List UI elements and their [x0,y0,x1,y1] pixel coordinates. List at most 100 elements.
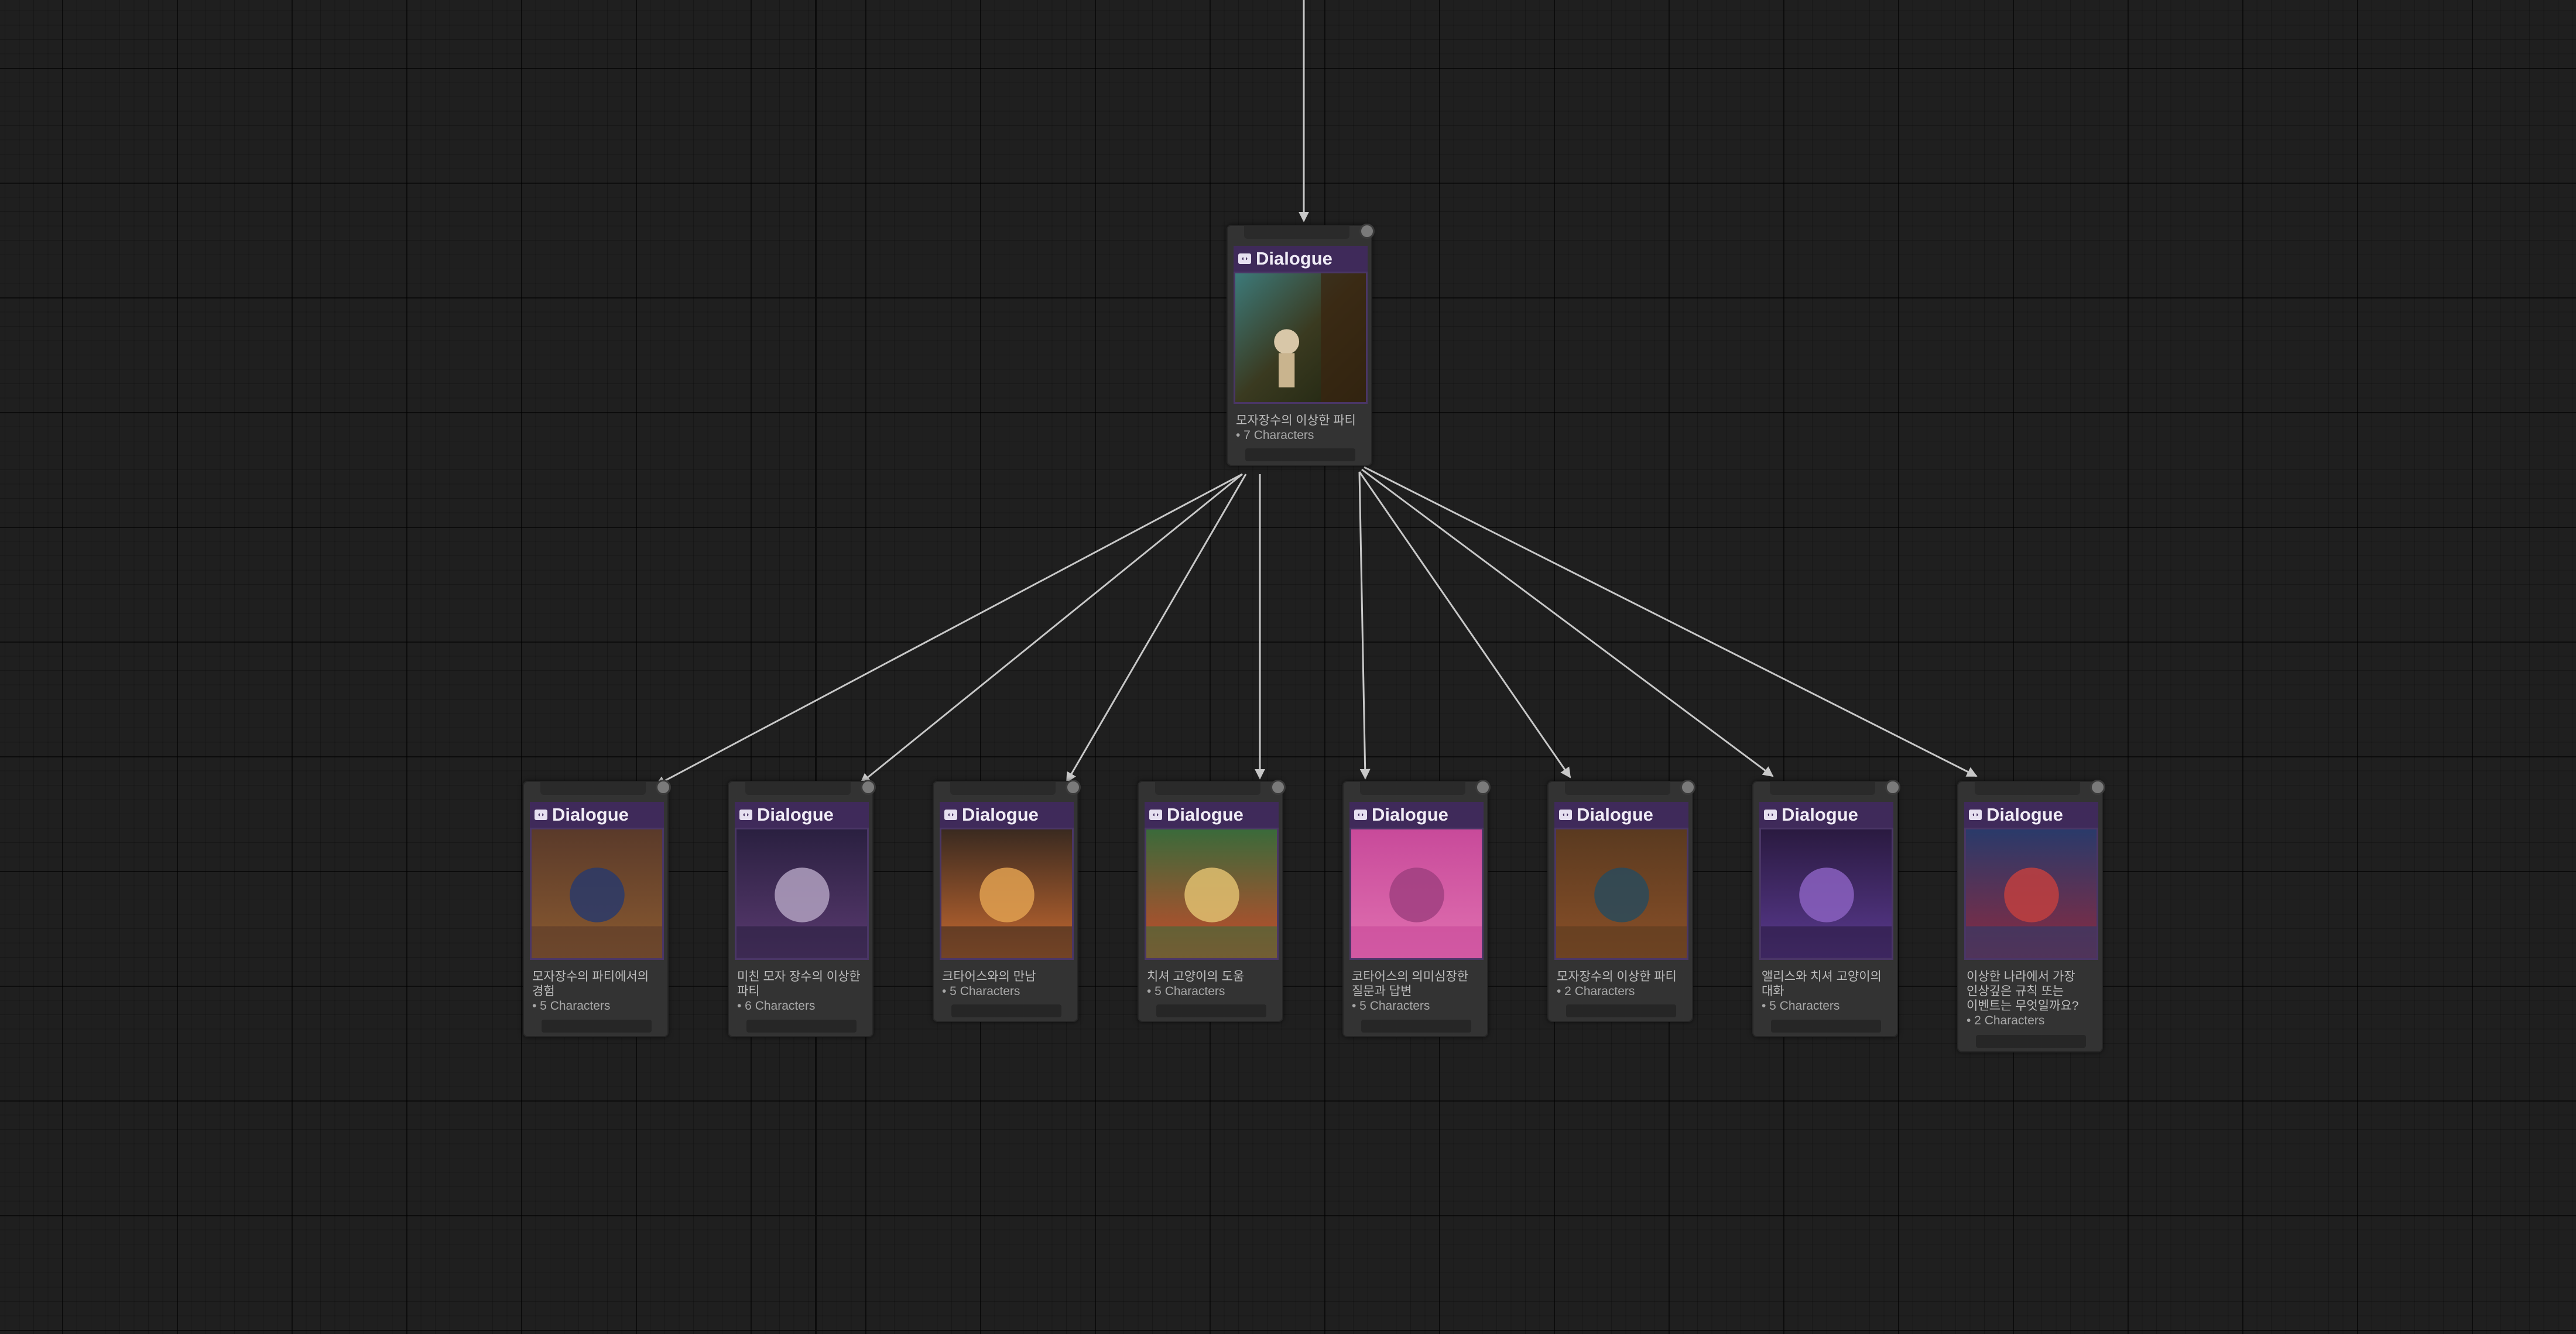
node-thumbnail [530,828,664,960]
node-character-count: • 5 Characters [1762,999,1840,1013]
node-desc-line2: 질문과 답변 [1352,985,1412,998]
node-footer-bar[interactable] [1245,448,1355,461]
node-footer-bar[interactable] [542,1020,652,1033]
dialogue-icon: ◖◗ [1149,810,1162,820]
node-footer-bar[interactable] [951,1004,1061,1017]
node-character-count: • 2 Characters [1557,985,1635,998]
node-thumbnail [1234,272,1368,404]
node-desc-line1: 앨리스와 치셔 고양이의 [1762,970,1882,983]
edge-to-child-7 [1361,468,1774,777]
node-thumbnail [940,828,1074,960]
node-header: ◖◗ Dialogue [1234,246,1368,272]
canvas-origin-line [815,0,817,1334]
edge-to-child-2 [859,473,1243,784]
node-footer-bar[interactable] [1156,1004,1266,1017]
node-input-bar[interactable] [540,782,646,795]
dialogue-icon: ◖◗ [1764,810,1777,820]
node-description: 모자장수의 이상한 파티 • 2 Characters [1557,969,1687,999]
node-footer-bar[interactable] [1566,1004,1676,1017]
node-title: Dialogue [1577,804,1653,825]
node-thumbnail [1554,828,1688,960]
node-input-bar[interactable] [1155,782,1260,795]
node-description: 코타어스의 의미심장한 질문과 답변 • 5 Characters [1352,969,1482,1013]
node-footer-bar[interactable] [1771,1020,1881,1033]
node-title: Dialogue [1256,248,1332,269]
dialogue-node-child-1[interactable]: ◖◗ Dialogue 모자장수의 파티에서의 경험 • 5 Characters [523,780,671,1037]
edge-to-child-3 [1066,474,1247,783]
node-description: 치셔 고양이의 도움 • 5 Characters [1147,969,1277,999]
dialogue-icon: ◖◗ [944,810,957,820]
dialogue-icon: ◖◗ [1969,810,1982,820]
node-description: 모자장수의 이상한 파티 • 7 Characters [1236,413,1366,443]
node-output-pin[interactable] [1359,224,1375,239]
dialogue-node-child-8[interactable]: ◖◗ Dialogue 이상한 나라에서 가장 인상깊은 규칙 또는 이벤트는 무엇일까… [1957,780,2105,1052]
node-title: Dialogue [1167,804,1244,825]
node-thumbnail [1349,828,1484,960]
node-character-count: • 5 Characters [1352,999,1430,1013]
node-desc-line2: 파티 [737,985,760,998]
node-thumbnail [1964,828,2098,960]
dialogue-node-child-6[interactable]: ◖◗ Dialogue 모자장수의 이상한 파티 • 2 Characters [1547,780,1695,1022]
node-desc-line1: 크타어스와의 만남 [942,970,1036,983]
node-description: 앨리스와 치셔 고양이의 대화 • 5 Characters [1762,969,1892,1013]
node-input-bar[interactable] [1770,782,1875,795]
node-input-bar[interactable] [1565,782,1670,795]
dialogue-icon: ◖◗ [739,810,752,820]
dialogue-node-root[interactable]: ◖◗ Dialogue 모자장수의 이상한 파티 • 7 Characters [1227,224,1375,466]
node-output-pin[interactable] [1270,780,1286,795]
edge-to-child-5 [1358,471,1371,780]
dialogue-node-child-5[interactable]: ◖◗ Dialogue 코타어스의 의미심장한 질문과 답변 • 5 Character… [1342,780,1491,1037]
dialogue-node-child-2[interactable]: ◖◗ Dialogue 미친 모자 장수의 이상한 파티 • 6 Characters [728,780,876,1037]
dialogue-icon: ◖◗ [1559,810,1572,820]
node-thumbnail [1145,828,1279,960]
node-description: 크타어스와의 만남 • 5 Characters [942,969,1072,999]
node-header: ◖◗ Dialogue [1759,802,1893,828]
node-character-count: • 5 Characters [1147,985,1225,998]
node-input-bar[interactable] [950,782,1056,795]
node-input-bar[interactable] [1360,782,1465,795]
node-desc-line2: 인상깊은 규칙 또는 [1967,985,2064,998]
dialogue-node-child-4[interactable]: ◖◗ Dialogue 치셔 고양이의 도움 • 5 Characters [1138,780,1286,1022]
node-description: 미친 모자 장수의 이상한 파티 • 6 Characters [737,969,867,1013]
edge-to-child-6 [1358,471,1571,779]
node-description: 이상한 나라에서 가장 인상깊은 규칙 또는 이벤트는 무엇일까요? • 2 Char… [1967,969,2097,1028]
node-title: Dialogue [1782,804,1858,825]
dialogue-icon: ◖◗ [1238,253,1251,264]
node-character-count: • 5 Characters [942,985,1020,998]
edge-to-child-1 [655,473,1243,787]
node-title: Dialogue [1372,804,1448,825]
dialogue-icon: ◖◗ [535,810,547,820]
node-header: ◖◗ Dialogue [1145,802,1279,828]
node-output-pin[interactable] [1475,780,1491,795]
node-input-bar[interactable] [745,782,851,795]
dialogue-node-child-3[interactable]: ◖◗ Dialogue 크타어스와의 만남 • 5 Characters [933,780,1081,1022]
node-output-pin[interactable] [2090,780,2105,795]
node-output-pin[interactable] [1066,780,1081,795]
node-title: Dialogue [552,804,629,825]
node-thumbnail [735,828,869,960]
node-output-pin[interactable] [861,780,876,795]
node-thumbnail [1759,828,1893,960]
node-output-pin[interactable] [1680,780,1695,795]
node-input-bar[interactable] [1975,782,2080,795]
node-title: Dialogue [962,804,1039,825]
dialogue-node-child-7[interactable]: ◖◗ Dialogue 앨리스와 치셔 고양이의 대화 • 5 Characters [1752,780,1900,1037]
dialogue-icon: ◖◗ [1354,810,1367,820]
node-header: ◖◗ Dialogue [530,802,664,828]
node-header: ◖◗ Dialogue [1964,802,2098,828]
node-header: ◖◗ Dialogue [735,802,869,828]
node-input-bar[interactable] [1244,226,1349,239]
node-desc-line3: 이벤트는 무엇일까요? [1967,999,2079,1013]
node-footer-bar[interactable] [1361,1020,1471,1033]
node-output-pin[interactable] [1885,780,1900,795]
node-desc-line1: 모자장수의 파티에서의 [532,970,649,983]
node-title: Dialogue [757,804,834,825]
graph-canvas[interactable]: ◖◗ Dialogue 모자장수의 이상한 파티 • 7 Characters … [0,0,2576,1334]
node-footer-bar[interactable] [1976,1035,2086,1048]
node-footer-bar[interactable] [746,1020,857,1033]
node-character-count: • 5 Characters [532,999,611,1013]
node-output-pin[interactable] [656,780,671,795]
node-desc-line1: 미친 모자 장수의 이상한 [737,970,861,983]
node-header: ◖◗ Dialogue [1554,802,1688,828]
node-header: ◖◗ Dialogue [1349,802,1484,828]
